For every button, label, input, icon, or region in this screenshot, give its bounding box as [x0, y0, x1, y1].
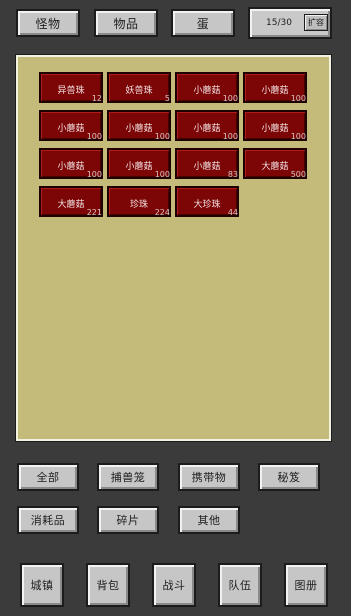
item-name: 妖兽珠: [125, 86, 153, 96]
nav-team-button[interactable]: 队伍: [218, 563, 262, 607]
tab-eggs[interactable]: 蛋: [171, 9, 235, 37]
item-quantity: 100: [222, 94, 238, 103]
inventory-slot[interactable]: 小蘑菇 83: [175, 148, 239, 179]
item-quantity: 5: [164, 94, 170, 103]
inventory-slot[interactable]: 小蘑菇 100: [243, 72, 307, 103]
item-quantity: 500: [290, 170, 306, 179]
inventory-slot[interactable]: 小蘑菇 100: [175, 72, 239, 103]
inventory-slot[interactable]: 小蘑菇 100: [107, 110, 171, 141]
expand-capacity-button[interactable]: 扩容: [304, 14, 328, 31]
nav-bag-button[interactable]: 背包: [86, 563, 130, 607]
item-quantity: 100: [290, 132, 306, 141]
capacity-indicator: 15/30 扩容: [248, 7, 332, 39]
item-quantity: 100: [86, 132, 102, 141]
item-quantity: 100: [154, 132, 170, 141]
item-quantity: 224: [154, 208, 170, 217]
item-quantity: 12: [91, 94, 102, 103]
inventory-slot[interactable]: 小蘑菇 100: [243, 110, 307, 141]
capacity-count: 15/30: [266, 18, 292, 28]
inventory-slot[interactable]: 小蘑菇 100: [39, 148, 103, 179]
inventory-panel: 异兽珠 12 妖兽珠 5 小蘑菇 100 小蘑菇 100 小蘑菇 100 小蘑菇 100 小蘑菇 100 小…: [16, 55, 331, 441]
tab-monsters[interactable]: 怪物: [16, 9, 80, 37]
item-quantity: 100: [290, 94, 306, 103]
nav-town-button[interactable]: 城镇: [20, 563, 64, 607]
inventory-slot[interactable]: 小蘑菇 100: [175, 110, 239, 141]
tab-items[interactable]: 物品: [94, 9, 158, 37]
filter-cage-button[interactable]: 捕兽笼: [97, 463, 159, 491]
filter-other-button[interactable]: 其他: [178, 506, 240, 534]
filter-held-item-button[interactable]: 携带物: [178, 463, 240, 491]
inventory-slot[interactable]: 妖兽珠 5: [107, 72, 171, 103]
item-quantity: 100: [154, 170, 170, 179]
inventory-slot[interactable]: 大珍珠 44: [175, 186, 239, 217]
inventory-slot[interactable]: 异兽珠 12: [39, 72, 103, 103]
inventory-slot[interactable]: 珍珠 224: [107, 186, 171, 217]
item-quantity: 83: [227, 170, 238, 179]
inventory-slot[interactable]: 小蘑菇 100: [39, 110, 103, 141]
item-quantity: 221: [86, 208, 102, 217]
item-quantity: 100: [86, 170, 102, 179]
item-quantity: 100: [222, 132, 238, 141]
inventory-slot[interactable]: 小蘑菇 100: [107, 148, 171, 179]
item-quantity: 44: [227, 208, 238, 217]
filter-fragment-button[interactable]: 碎片: [97, 506, 159, 534]
inventory-slot[interactable]: 大蘑菇 500: [243, 148, 307, 179]
nav-battle-button[interactable]: 战斗: [152, 563, 196, 607]
inventory-slot[interactable]: 大蘑菇 221: [39, 186, 103, 217]
filter-manual-button[interactable]: 秘笈: [258, 463, 320, 491]
nav-codex-button[interactable]: 图册: [284, 563, 328, 607]
filter-all-button[interactable]: 全部: [17, 463, 79, 491]
filter-consumable-button[interactable]: 消耗品: [17, 506, 79, 534]
